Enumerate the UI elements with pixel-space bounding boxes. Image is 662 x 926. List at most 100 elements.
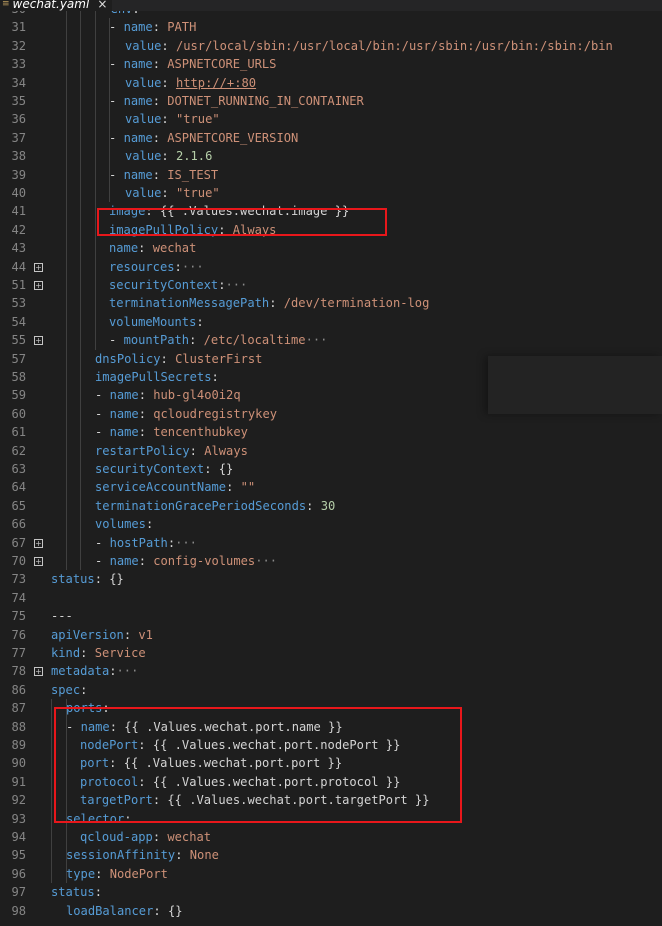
line-number: 76: [11, 627, 26, 642]
code-token: terminationMessagePath: [109, 296, 270, 311]
fold-expand-icon[interactable]: +: [34, 538, 43, 548]
code-line[interactable]: 53 terminationMessagePath: /dev/terminati…: [0, 294, 662, 312]
code-line[interactable]: 32 value: /usr/local/sbin:/usr/local/bin:…: [0, 37, 662, 55]
code-line[interactable]: 77 kind: Service: [0, 644, 662, 662]
code-line[interactable]: 74: [0, 589, 662, 607]
code-token: ASPNETCORE_URLS: [167, 57, 277, 72]
line-number: 93: [11, 811, 26, 826]
line-number: 62: [11, 443, 26, 458]
fold-expand-icon[interactable]: +: [34, 667, 43, 677]
code-token: -: [95, 535, 110, 550]
code-token: restartPolicy: [95, 443, 190, 458]
code-text: terminationMessagePath: /dev/termination…: [109, 294, 429, 312]
code-token: resources: [109, 259, 175, 274]
code-line[interactable]: 34 value: http://+:80: [0, 74, 662, 92]
code-line[interactable]: 70 + - name: config-volumes···: [0, 552, 662, 570]
code-line[interactable]: 31 - name: PATH: [0, 18, 662, 36]
code-line[interactable]: 51 + securityContext:···: [0, 276, 662, 294]
code-line[interactable]: 86 spec:: [0, 681, 662, 699]
fold-expand-icon[interactable]: +: [34, 336, 43, 346]
code-line[interactable]: 30 - env:: [0, 11, 662, 18]
code-token: :: [269, 296, 284, 311]
line-number: 65: [11, 498, 26, 513]
code-line[interactable]: 75 ---: [0, 607, 662, 625]
code-token: :: [94, 572, 110, 587]
code-token: name: [123, 57, 153, 72]
code-token: status: [51, 572, 95, 587]
code-token: :: [152, 94, 168, 108]
highlight-box-image: [97, 208, 387, 236]
code-line[interactable]: 76 apiVersion: v1: [0, 626, 662, 644]
code-line[interactable]: 62 restartPolicy: Always: [0, 442, 662, 460]
code-text: securityContext: {}: [95, 460, 233, 478]
code-line[interactable]: 64 serviceAccountName: "": [0, 478, 662, 496]
line-number: 61: [11, 425, 26, 440]
code-line[interactable]: 98 loadBalancer: {}: [0, 902, 662, 920]
code-token: /usr/local/sbin:/usr/local/bin:/usr/sbin…: [175, 38, 613, 53]
code-text: - hostPath:···: [95, 534, 197, 552]
code-line[interactable]: 63 securityContext: {}: [0, 460, 662, 478]
code-line[interactable]: 96 type: NodePort: [0, 865, 662, 883]
code-token: :: [95, 866, 110, 881]
code-text: value: http://+:80: [125, 74, 256, 92]
code-token: :: [153, 903, 168, 918]
line-number: 57: [11, 351, 26, 366]
code-token: :: [174, 259, 182, 274]
code-line[interactable]: 67 + - hostPath:···: [0, 534, 662, 552]
code-text: serviceAccountName: "": [95, 478, 255, 496]
code-token: wechat: [167, 830, 212, 844]
code-token: :: [161, 38, 176, 53]
code-line[interactable]: 55 + - mountPath: /etc/localtime···: [0, 331, 662, 349]
tab-wechat-yaml[interactable]: ≡ wechat.yaml ×: [0, 0, 112, 11]
code-editor[interactable]: 30 - env: 31 - name: PATH 32 value: /usr/loca…: [0, 11, 662, 926]
code-token: :: [80, 682, 88, 697]
code-token: -: [95, 388, 110, 403]
code-line[interactable]: 94 qcloud-app: wechat: [0, 828, 662, 846]
fold-expand-icon[interactable]: +: [34, 281, 43, 290]
code-line[interactable]: 95 sessionAffinity: None: [0, 846, 662, 864]
code-text: dnsPolicy: ClusterFirst: [95, 350, 262, 368]
close-icon[interactable]: ×: [97, 0, 107, 11]
fold-expand-icon[interactable]: +: [34, 557, 43, 566]
code-text: sessionAffinity: None: [66, 846, 219, 864]
code-line[interactable]: 66 volumes:: [0, 515, 662, 533]
code-token: {}: [167, 903, 183, 918]
tab-title: wechat.yaml: [12, 0, 90, 11]
code-line[interactable]: 43 name: wechat: [0, 239, 662, 257]
line-number: 60: [11, 406, 26, 421]
code-line[interactable]: 54 volumeMounts:: [0, 313, 662, 331]
code-line[interactable]: 78 + metadata:···: [0, 662, 662, 680]
code-token: :: [80, 646, 95, 660]
fold-expand-icon[interactable]: +: [34, 262, 43, 272]
code-token: :: [138, 406, 154, 421]
code-line[interactable]: 38 value: 2.1.6: [0, 147, 662, 165]
line-number: 42: [11, 222, 26, 237]
code-line[interactable]: 39 - name: IS_TEST: [0, 166, 662, 184]
code-line[interactable]: 33 - name: ASPNETCORE_URLS: [0, 55, 662, 73]
code-line[interactable]: 97 status:: [0, 883, 662, 901]
code-text: securityContext:···: [109, 276, 247, 294]
code-text: value: /usr/local/sbin:/usr/local/bin:/u…: [125, 37, 613, 55]
code-line[interactable]: 36 value: "true": [0, 110, 662, 128]
code-token: -: [95, 425, 110, 440]
code-token: name: [123, 20, 153, 35]
code-line[interactable]: 35 - name: DOTNET_RUNNING_IN_CONTAINER: [0, 92, 662, 110]
line-number: 59: [11, 388, 26, 403]
code-token: "true": [175, 186, 220, 200]
code-line[interactable]: 65 terminationGracePeriodSeconds: 30: [0, 497, 662, 515]
code-token: value: [125, 186, 162, 200]
code-line[interactable]: 40 value: "true": [0, 184, 662, 202]
code-token: qcloudregistrykey: [153, 406, 278, 421]
code-token: name: [123, 94, 153, 108]
code-token: :: [160, 351, 176, 366]
line-number: 58: [11, 370, 26, 384]
code-line[interactable]: 73 status: {}: [0, 570, 662, 588]
code-line[interactable]: 37 - name: ASPNETCORE_VERSION: [0, 129, 662, 147]
code-line[interactable]: 44 + resources:···: [0, 258, 662, 276]
code-line[interactable]: 61 - name: tencenthubkey: [0, 423, 662, 441]
code-token: config-volumes: [153, 554, 256, 568]
code-token: :: [152, 830, 168, 844]
code-token: wechat: [152, 241, 197, 256]
code-token: hostPath: [109, 535, 168, 550]
code-token: "true": [175, 112, 220, 127]
